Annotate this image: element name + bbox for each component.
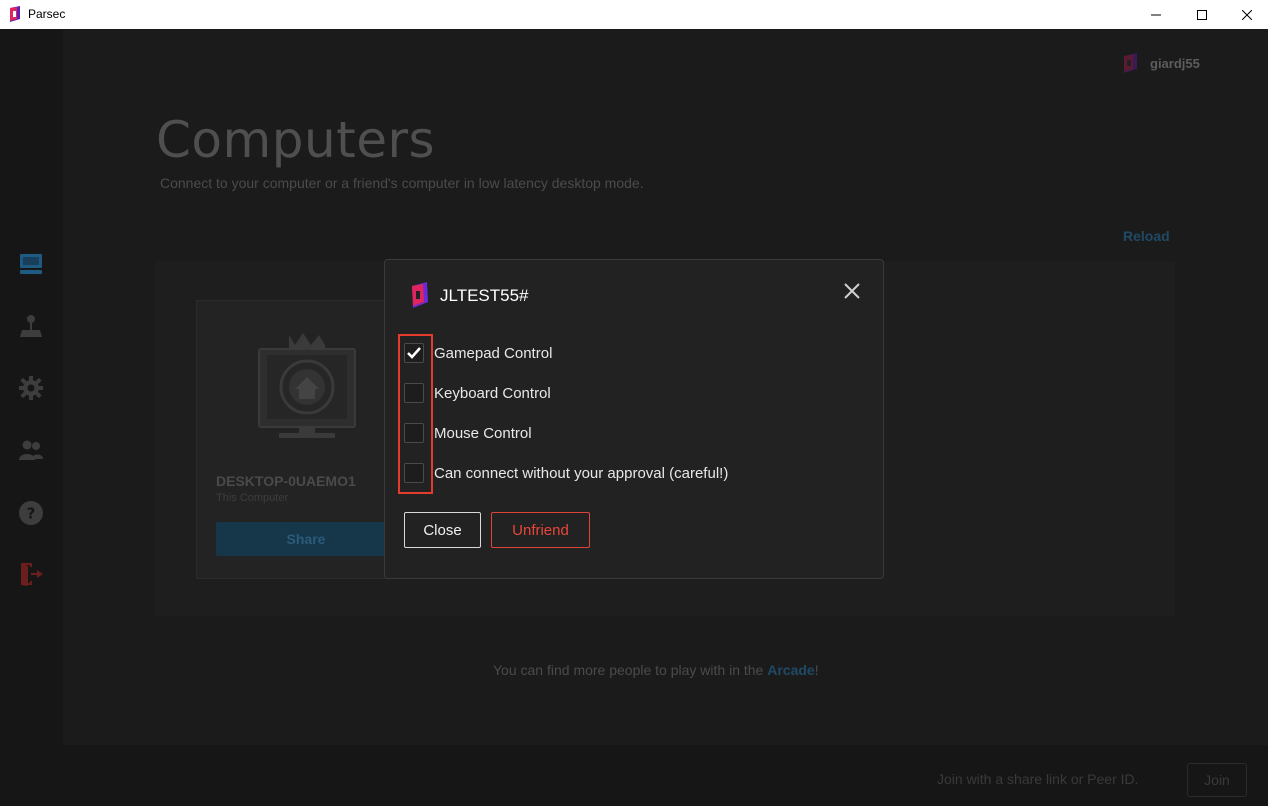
option-connect-without-approval[interactable]: Can connect without your approval (caref… — [404, 462, 728, 484]
checkmark-icon — [407, 347, 421, 359]
share-button[interactable]: Share — [216, 522, 396, 556]
join-button[interactable]: Join — [1187, 763, 1247, 797]
sidebar-item-computers[interactable] — [18, 251, 44, 277]
option-mouse-control[interactable]: Mouse Control — [404, 422, 532, 444]
unfriend-button[interactable]: Unfriend — [491, 512, 590, 548]
close-icon — [1242, 9, 1252, 20]
computer-name: DESKTOP-0UAEMO1 — [216, 473, 356, 489]
user-profile[interactable]: giardj55 — [1122, 53, 1200, 73]
arcade-link[interactable]: Arcade — [767, 662, 814, 678]
mouse-control-checkbox[interactable] — [404, 423, 424, 443]
computer-monitor-icon — [258, 333, 356, 438]
title-bar: Parsec — [0, 0, 1268, 29]
sidebar-item-logout[interactable] — [18, 561, 44, 587]
friend-permissions-dialog: JLTEST55# Gamepad Control Keyboard Contr… — [384, 259, 884, 579]
gamepad-control-checkbox[interactable] — [404, 343, 424, 363]
parsec-logo-icon — [412, 282, 428, 308]
window-title: Parsec — [28, 7, 66, 21]
arcade-hint-prefix: You can find more people to play with in… — [493, 662, 768, 678]
page-subtitle: Connect to your computer or a friend's c… — [160, 175, 644, 191]
friends-icon — [19, 440, 43, 460]
mouse-control-label: Mouse Control — [434, 424, 532, 442]
sidebar-item-arcade[interactable] — [18, 313, 44, 339]
svg-text:?: ? — [27, 505, 36, 523]
option-gamepad-control[interactable]: Gamepad Control — [404, 342, 552, 364]
window-close-button[interactable] — [1224, 0, 1268, 29]
help-icon: ? — [19, 501, 43, 525]
connect-without-approval-label: Can connect without your approval (caref… — [434, 464, 729, 482]
user-avatar-icon — [1124, 53, 1137, 73]
connect-without-approval-checkbox[interactable] — [404, 463, 424, 483]
close-button[interactable]: Close — [404, 512, 481, 548]
sidebar-item-settings[interactable] — [18, 375, 44, 401]
maximize-icon — [1197, 9, 1207, 20]
username: giardj55 — [1150, 55, 1200, 71]
sidebar-item-friends[interactable] — [18, 437, 44, 463]
computer-subtitle: This Computer — [216, 492, 289, 504]
arcade-hint: You can find more people to play with in… — [493, 662, 819, 678]
option-keyboard-control[interactable]: Keyboard Control — [404, 382, 551, 404]
maximize-button[interactable] — [1179, 0, 1225, 29]
arcade-hint-suffix: ! — [814, 662, 819, 678]
page-title: Computers — [156, 111, 436, 169]
joystick-icon — [20, 315, 42, 337]
gamepad-control-label: Gamepad Control — [434, 344, 553, 362]
gear-icon — [19, 376, 43, 400]
reload-button[interactable]: Reload — [1123, 228, 1170, 244]
parsec-logo-icon — [10, 6, 20, 22]
minimize-icon — [1151, 14, 1161, 15]
computer-icon — [20, 254, 42, 274]
keyboard-control-label: Keyboard Control — [434, 384, 551, 402]
join-input[interactable]: Join with a share link or Peer ID. — [937, 771, 1139, 787]
logout-icon — [21, 563, 43, 586]
sidebar-item-help[interactable]: ? — [18, 500, 44, 526]
keyboard-control-checkbox[interactable] — [404, 383, 424, 403]
minimize-button[interactable] — [1133, 0, 1179, 29]
dialog-title: JLTEST55# — [440, 286, 529, 305]
sidebar: ? — [0, 29, 63, 806]
bottom-bar: Join with a share link or Peer ID. Join — [0, 745, 1268, 806]
dialog-close-icon[interactable] — [843, 282, 861, 300]
